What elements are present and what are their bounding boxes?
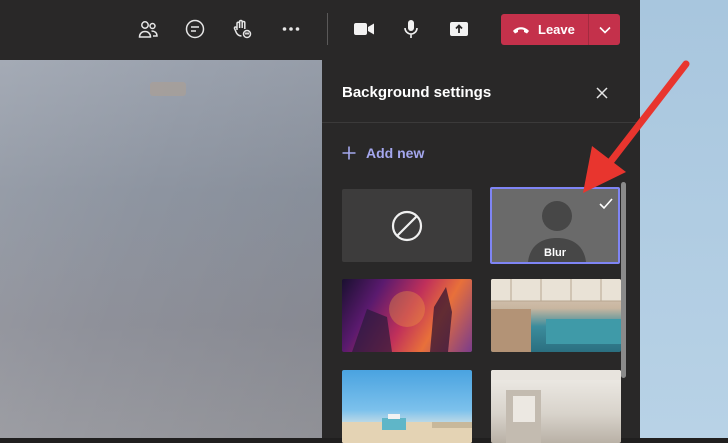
- meeting-toolbar: Leave: [0, 0, 640, 60]
- plus-icon: [342, 146, 356, 160]
- background-settings-panel: Background settings Add new Blur: [322, 60, 640, 443]
- leave-dropdown[interactable]: [589, 14, 620, 45]
- background-none-tile[interactable]: [342, 189, 472, 262]
- toolbar-separator: [327, 13, 328, 45]
- video-shading: [0, 60, 322, 438]
- checkmark-icon: [599, 198, 613, 210]
- blur-label: Blur: [544, 247, 566, 259]
- chat-icon[interactable]: [182, 16, 208, 42]
- raise-hand-icon[interactable]: [229, 16, 255, 42]
- video-spot: [150, 82, 186, 96]
- camera-icon[interactable]: [351, 16, 377, 42]
- add-new-button[interactable]: Add new: [342, 145, 424, 161]
- background-room-tile[interactable]: [491, 370, 621, 443]
- leave-button[interactable]: Leave: [501, 14, 620, 45]
- background-artwork-tile[interactable]: [342, 279, 472, 352]
- panel-scrollbar[interactable]: [621, 182, 626, 378]
- close-icon[interactable]: [594, 85, 610, 101]
- phone-hangup-icon: [513, 26, 529, 33]
- panel-divider: [322, 122, 640, 123]
- microphone-icon[interactable]: [398, 16, 424, 42]
- add-new-label: Add new: [366, 145, 425, 161]
- background-beach-tile[interactable]: [342, 370, 472, 443]
- panel-title: Background settings: [342, 84, 492, 101]
- people-icon[interactable]: [135, 16, 161, 42]
- background-blur-tile[interactable]: Blur: [490, 187, 620, 264]
- background-office-tile[interactable]: [491, 279, 621, 352]
- artwork-figures: [352, 287, 452, 352]
- video-preview: [0, 60, 322, 438]
- more-options-icon[interactable]: [278, 16, 304, 42]
- chevron-down-icon: [598, 26, 611, 34]
- desktop-background: [640, 0, 728, 438]
- leave-main-button[interactable]: Leave: [501, 14, 588, 45]
- no-background-icon: [391, 210, 423, 241]
- office-interior: [491, 279, 621, 352]
- leave-label: Leave: [538, 22, 575, 37]
- share-screen-icon[interactable]: [446, 16, 472, 42]
- beach-scene: [342, 414, 472, 443]
- room-interior: [491, 370, 621, 443]
